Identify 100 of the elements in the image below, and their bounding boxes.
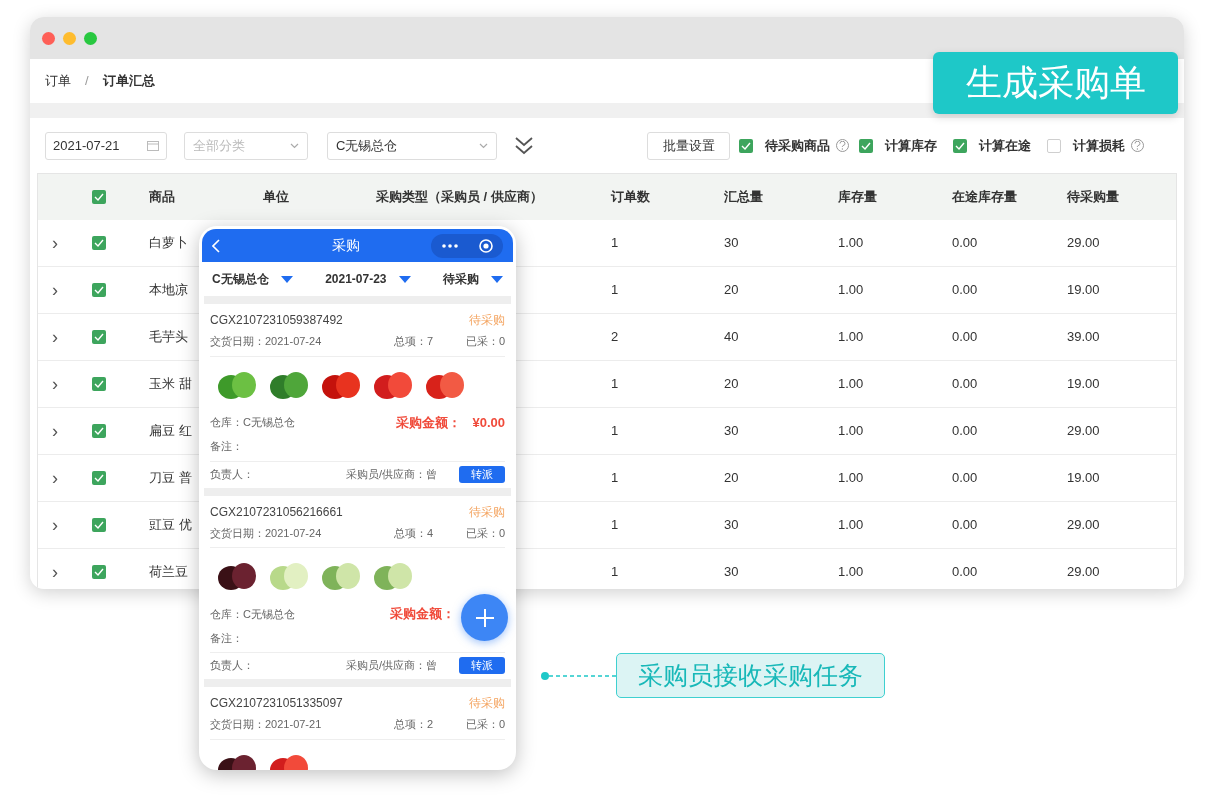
column-header: 单位 [263,188,290,207]
checkbox[interactable] [92,424,106,438]
table-cell: 扁豆 红 [149,423,192,439]
target-icon[interactable] [478,238,493,253]
checkbox[interactable] [859,138,873,153]
table-cell: 1 [611,423,619,439]
table-cell: 29.00 [1067,517,1100,533]
purchase-amount-label: 采购金额： [390,605,455,623]
checkbox[interactable] [1047,138,1061,153]
expand-arrow[interactable]: › [52,373,58,394]
chevron-down-icon [290,142,299,149]
table-cell: 1.00 [838,517,864,533]
table-cell: 1 [611,517,619,533]
help-icon[interactable] [1131,139,1144,152]
checkbox[interactable] [92,565,106,579]
status-label: 待采购 [469,695,505,712]
option-label: 计算损耗 [1073,136,1125,155]
feature-badge: 生成采购单 [933,52,1178,114]
delivery-date: 交货日期：2021-07-24 [210,525,322,541]
item-count: 总项：2 [394,717,434,732]
table-cell: 19.00 [1067,376,1100,392]
table-cell: 1.00 [838,564,864,580]
table-cell: 20 [724,470,739,486]
table-cell: 0.00 [952,329,978,345]
checkbox[interactable] [92,190,106,204]
more-icon[interactable] [441,243,458,248]
table-cell: 0.00 [952,376,978,392]
breadcrumb-current: 订单汇总 [102,72,155,91]
table-cell: 1.00 [838,329,864,345]
table-cell: 0.00 [952,470,978,486]
checkbox[interactable] [953,138,967,153]
order-number: CGX2107231051335097 [210,695,343,712]
checkbox[interactable] [92,283,106,297]
expand-arrow[interactable]: › [52,279,58,300]
table-cell: 30 [724,423,739,439]
help-icon[interactable] [836,139,849,152]
expand-arrow[interactable]: › [52,561,58,582]
option-label: 计算在途 [979,136,1031,155]
date-field[interactable]: 2021-07-21 [45,131,167,160]
expand-arrow[interactable]: › [52,467,58,488]
table-cell: 豇豆 优 [149,517,192,533]
expand-arrow[interactable]: › [52,514,58,535]
purchase-amount: ¥0.00 [471,413,505,432]
table-cell: 29.00 [1067,235,1100,251]
status-label: 待采购 [469,312,505,329]
table-cell: 1.00 [838,282,864,298]
double-chevron-down-icon[interactable] [515,135,533,156]
option-label: 待采购商品 [765,136,830,155]
filter-dropdown[interactable]: 2021-07-23 [325,270,411,288]
capsule-menu[interactable] [431,233,503,258]
back-icon[interactable] [212,238,220,253]
item-count: 总项：4 [394,525,434,541]
expand-arrow[interactable]: › [52,232,58,253]
app-title: 采购 [330,236,361,255]
table-cell: 19.00 [1067,282,1100,298]
plus-icon [474,607,495,628]
purchased-count: 已采：0 [465,717,505,732]
maximize-window-icon[interactable] [84,31,97,45]
order-number: CGX2107231056216661 [210,503,343,521]
calendar-icon [147,140,159,151]
purchased-count: 已采：0 [465,334,505,349]
caret-down-icon [398,275,411,283]
table-cell: 39.00 [1067,329,1100,345]
reassign-button[interactable]: 转派 [459,465,505,483]
column-header: 订单数 [611,188,651,207]
breadcrumb-separator: / [85,72,89,91]
chevron-down-icon [479,142,488,149]
column-header: 采购类型（采购员 / 供应商） [376,188,544,207]
checkbox[interactable] [92,518,106,532]
add-button[interactable] [461,594,508,641]
table-cell: 29.00 [1067,564,1100,580]
checkbox[interactable] [92,330,106,344]
status-label: 待采购 [469,503,505,521]
expand-arrow[interactable]: › [52,326,58,347]
batch-settings-button[interactable]: 批量设置 [647,131,730,160]
purchased-count: 已采：0 [465,525,505,541]
breadcrumb-link[interactable]: 订单 [45,71,71,91]
filter-dropdown[interactable]: C无锡总仓 [212,270,293,288]
table-cell: 1.00 [838,470,864,486]
reassign-button[interactable]: 转派 [459,657,505,674]
table-cell: 本地凉 [149,282,188,298]
delivery-date: 交货日期：2021-07-24 [210,334,322,349]
delivery-date: 交货日期：2021-07-21 [210,717,322,732]
warehouse-text: 仓库：C无锡总仓 [210,415,295,430]
table-cell: 30 [724,235,739,251]
table-cell: 1 [611,235,619,251]
table-cell: 40 [724,329,739,345]
table-cell: 20 [724,376,739,392]
table-cell: 0.00 [952,423,978,439]
warehouse-dropdown[interactable]: C无锡总仓 [327,131,497,160]
close-window-icon[interactable] [42,31,55,45]
checkbox[interactable] [739,138,753,153]
table-cell: 20 [724,282,739,298]
table-cell: 1 [611,376,619,392]
checkbox[interactable] [92,236,106,250]
checkbox[interactable] [92,471,106,485]
expand-arrow[interactable]: › [52,420,58,441]
caret-down-icon [491,275,503,283]
filter-dropdown[interactable]: 待采购 [443,270,503,288]
checkbox[interactable] [92,377,106,391]
